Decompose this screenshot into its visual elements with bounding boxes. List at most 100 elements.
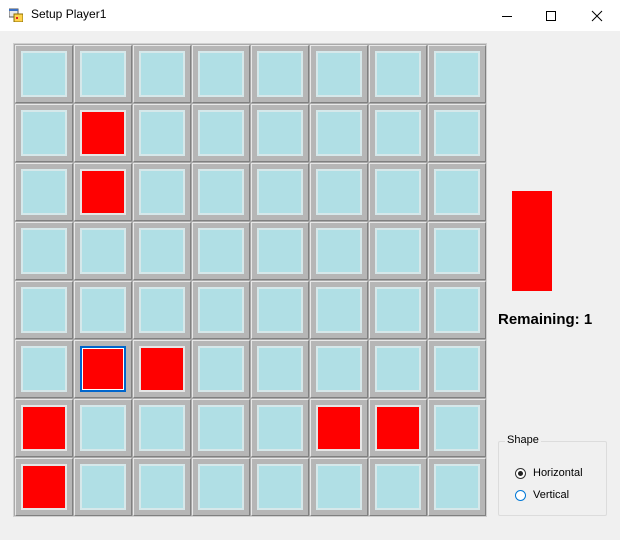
grid-cell-r7c5[interactable] <box>310 458 368 516</box>
grid-cell-r3c2[interactable] <box>133 222 191 280</box>
grid-cell-r5c6[interactable] <box>369 340 427 398</box>
grid-cell-r6c7[interactable] <box>428 399 486 457</box>
vertical-radio[interactable]: Vertical <box>515 487 569 503</box>
ship-preview <box>512 191 552 291</box>
water-square <box>21 169 67 215</box>
water-square <box>139 228 185 274</box>
water-square <box>257 464 303 510</box>
minimize-button[interactable] <box>484 0 530 31</box>
grid-cell-r3c0[interactable] <box>15 222 73 280</box>
water-square <box>316 346 362 392</box>
grid-cell-r5c1[interactable] <box>74 340 132 398</box>
grid-cell-r1c5[interactable] <box>310 104 368 162</box>
water-square <box>139 287 185 333</box>
grid-cell-r0c4[interactable] <box>251 45 309 103</box>
water-square <box>21 110 67 156</box>
water-square <box>257 51 303 97</box>
grid-cell-r7c2[interactable] <box>133 458 191 516</box>
ship-square <box>139 346 185 392</box>
grid-cell-r4c6[interactable] <box>369 281 427 339</box>
grid-cell-r2c4[interactable] <box>251 163 309 221</box>
water-square <box>434 405 480 451</box>
grid-cell-r1c4[interactable] <box>251 104 309 162</box>
grid-cell-r5c5[interactable] <box>310 340 368 398</box>
window-title: Setup Player1 <box>31 7 107 21</box>
water-square <box>21 228 67 274</box>
grid-cell-r7c3[interactable] <box>192 458 250 516</box>
grid-cell-r3c6[interactable] <box>369 222 427 280</box>
grid-cell-r1c1[interactable] <box>74 104 132 162</box>
grid-cell-r4c5[interactable] <box>310 281 368 339</box>
grid-cell-r2c2[interactable] <box>133 163 191 221</box>
grid-cell-r3c7[interactable] <box>428 222 486 280</box>
water-square <box>21 51 67 97</box>
grid-cell-r6c3[interactable] <box>192 399 250 457</box>
grid-cell-r1c3[interactable] <box>192 104 250 162</box>
grid-cell-r4c1[interactable] <box>74 281 132 339</box>
grid-cell-r0c7[interactable] <box>428 45 486 103</box>
grid-cell-r5c3[interactable] <box>192 340 250 398</box>
water-square <box>316 51 362 97</box>
grid-cell-r2c5[interactable] <box>310 163 368 221</box>
water-square <box>375 346 421 392</box>
grid-cell-r7c7[interactable] <box>428 458 486 516</box>
vertical-radio-circle[interactable] <box>515 489 526 501</box>
grid-cell-r2c0[interactable] <box>15 163 73 221</box>
grid-cell-r5c7[interactable] <box>428 340 486 398</box>
grid-cell-r5c2[interactable] <box>133 340 191 398</box>
grid-cell-r4c7[interactable] <box>428 281 486 339</box>
grid-cell-r2c1[interactable] <box>74 163 132 221</box>
grid-cell-r0c3[interactable] <box>192 45 250 103</box>
grid-cell-r4c3[interactable] <box>192 281 250 339</box>
grid-cell-r1c7[interactable] <box>428 104 486 162</box>
water-square <box>316 110 362 156</box>
grid-cell-r3c4[interactable] <box>251 222 309 280</box>
water-square <box>198 228 244 274</box>
grid-cell-r7c6[interactable] <box>369 458 427 516</box>
app-icon <box>9 8 23 22</box>
grid-cell-r4c4[interactable] <box>251 281 309 339</box>
ship-square <box>80 169 126 215</box>
water-square <box>375 464 421 510</box>
water-square <box>434 346 480 392</box>
horizontal-radio-label[interactable]: Horizontal <box>533 467 583 479</box>
grid-cell-r1c0[interactable] <box>15 104 73 162</box>
grid-cell-r0c2[interactable] <box>133 45 191 103</box>
water-square <box>375 169 421 215</box>
grid-cell-r0c5[interactable] <box>310 45 368 103</box>
grid-cell-r0c6[interactable] <box>369 45 427 103</box>
grid-cell-r6c0[interactable] <box>15 399 73 457</box>
grid-cell-r5c4[interactable] <box>251 340 309 398</box>
grid-cell-r3c5[interactable] <box>310 222 368 280</box>
grid-cell-r1c6[interactable] <box>369 104 427 162</box>
grid-cell-r2c7[interactable] <box>428 163 486 221</box>
horizontal-radio[interactable]: Horizontal <box>515 465 583 481</box>
grid-cell-r5c0[interactable] <box>15 340 73 398</box>
maximize-button[interactable] <box>528 0 574 31</box>
grid-cell-r0c0[interactable] <box>15 45 73 103</box>
horizontal-radio-circle[interactable] <box>515 467 526 479</box>
maximize-icon <box>546 10 556 21</box>
grid-cell-r0c1[interactable] <box>74 45 132 103</box>
grid-cell-r3c1[interactable] <box>74 222 132 280</box>
grid-cell-r6c6[interactable] <box>369 399 427 457</box>
grid-cell-r2c3[interactable] <box>192 163 250 221</box>
vertical-radio-label[interactable]: Vertical <box>533 489 569 501</box>
water-square <box>257 287 303 333</box>
grid-cell-r3c3[interactable] <box>192 222 250 280</box>
water-square <box>139 51 185 97</box>
grid-cell-r6c5[interactable] <box>310 399 368 457</box>
grid-cell-r4c0[interactable] <box>15 281 73 339</box>
title-bar: Setup Player1 <box>0 0 620 31</box>
grid-cell-r7c1[interactable] <box>74 458 132 516</box>
grid-cell-r4c2[interactable] <box>133 281 191 339</box>
grid-cell-r6c4[interactable] <box>251 399 309 457</box>
grid-cell-r2c6[interactable] <box>369 163 427 221</box>
grid-cell-r1c2[interactable] <box>133 104 191 162</box>
grid-cell-r6c2[interactable] <box>133 399 191 457</box>
grid-cell-r7c4[interactable] <box>251 458 309 516</box>
close-button[interactable] <box>574 0 620 31</box>
grid-cell-r6c1[interactable] <box>74 399 132 457</box>
water-square <box>198 169 244 215</box>
grid-cell-r7c0[interactable] <box>15 458 73 516</box>
